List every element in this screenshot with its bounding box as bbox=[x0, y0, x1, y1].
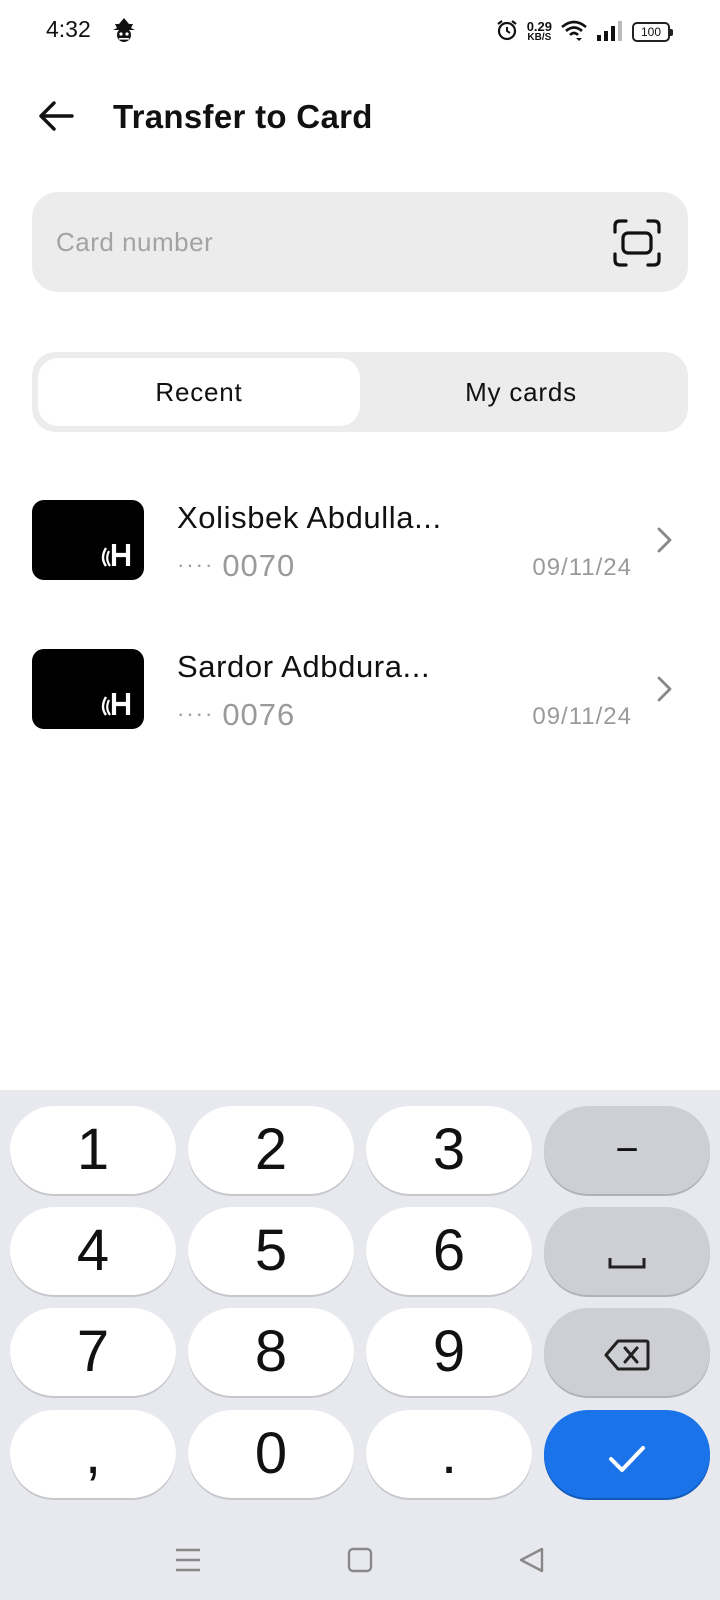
net-speed-value: 0.29 bbox=[526, 19, 552, 34]
card-last4: 0076 bbox=[222, 697, 296, 732]
key-5-label: 5 bbox=[254, 1218, 288, 1283]
scan-frame-icon bbox=[612, 219, 662, 272]
tab-my-cards-label: My cards bbox=[465, 376, 577, 407]
tab-my-cards[interactable]: My cards bbox=[360, 358, 682, 426]
key-9-label: 9 bbox=[432, 1319, 466, 1384]
key-2-label: 2 bbox=[254, 1117, 288, 1182]
menu-icon bbox=[174, 1547, 202, 1577]
incognito-icon bbox=[110, 16, 138, 44]
system-nav-bar bbox=[0, 1530, 720, 1600]
key-0-label: 0 bbox=[254, 1421, 288, 1486]
key-9[interactable]: 9 bbox=[366, 1308, 532, 1396]
humo-card-icon bbox=[32, 649, 144, 729]
chevron-right-icon bbox=[652, 675, 676, 703]
key-backspace[interactable] bbox=[544, 1308, 710, 1396]
page-title: Transfer to Card bbox=[113, 98, 373, 135]
tab-recent[interactable]: Recent bbox=[38, 358, 360, 426]
key-comma[interactable]: , bbox=[10, 1410, 176, 1498]
key-6-label: 6 bbox=[432, 1218, 466, 1283]
key-8-label: 8 bbox=[254, 1319, 288, 1384]
key-0[interactable]: 0 bbox=[188, 1410, 354, 1498]
key-6[interactable]: 6 bbox=[366, 1207, 532, 1295]
list-item[interactable]: Sardor Adbdura... ···· 0076 09/11/24 bbox=[0, 639, 720, 739]
nav-home-button[interactable] bbox=[340, 1542, 380, 1582]
backspace-icon bbox=[604, 1319, 650, 1386]
key-space[interactable] bbox=[544, 1207, 710, 1295]
humo-card-icon bbox=[32, 500, 144, 580]
card-number-input[interactable] bbox=[56, 192, 616, 292]
key-1[interactable]: 1 bbox=[10, 1106, 176, 1194]
key-4-label: 4 bbox=[76, 1218, 110, 1283]
arrow-left-icon bbox=[38, 100, 74, 136]
back-button[interactable] bbox=[36, 98, 76, 138]
mask-dots: ···· bbox=[177, 701, 215, 726]
home-square-icon bbox=[347, 1547, 373, 1577]
chevron-right-icon bbox=[652, 526, 676, 554]
key-5[interactable]: 5 bbox=[188, 1207, 354, 1295]
key-7-label: 7 bbox=[76, 1319, 110, 1384]
tabs: Recent My cards bbox=[32, 352, 688, 432]
key-1-label: 1 bbox=[76, 1117, 110, 1182]
card-mask: ···· 0070 bbox=[177, 548, 295, 584]
transfer-date: 09/11/24 bbox=[532, 554, 632, 581]
key-3-label: 3 bbox=[432, 1117, 466, 1182]
signal-icon bbox=[596, 19, 624, 45]
status-time: 4:32 bbox=[46, 16, 91, 42]
mask-dots: ···· bbox=[177, 552, 215, 577]
net-speed: 0.29 KB/S bbox=[526, 19, 552, 43]
check-icon bbox=[607, 1421, 647, 1488]
card-mask: ···· 0076 bbox=[177, 697, 295, 733]
key-4[interactable]: 4 bbox=[10, 1207, 176, 1295]
key-period-label: . bbox=[440, 1421, 458, 1486]
key-7[interactable]: 7 bbox=[10, 1308, 176, 1396]
list-item[interactable]: Xolisbek Abdulla... ···· 0070 09/11/24 bbox=[0, 490, 720, 590]
scan-card-button[interactable] bbox=[612, 218, 662, 268]
numeric-keyboard: 1 2 3 − 4 5 6 7 8 9 , 0 . bbox=[0, 1090, 720, 1600]
back-triangle-icon bbox=[518, 1546, 546, 1578]
key-minus-label: − bbox=[615, 1128, 639, 1172]
key-2[interactable]: 2 bbox=[188, 1106, 354, 1194]
alarm-icon bbox=[495, 18, 519, 46]
status-icons: 0.29 KB/S 100 bbox=[495, 18, 673, 46]
card-last4: 0070 bbox=[222, 548, 296, 583]
key-period[interactable]: . bbox=[366, 1410, 532, 1498]
tab-recent-label: Recent bbox=[155, 376, 243, 407]
nav-back-button[interactable] bbox=[512, 1542, 552, 1582]
key-comma-label: , bbox=[84, 1421, 102, 1486]
battery-icon: 100 bbox=[632, 22, 673, 42]
key-minus[interactable]: − bbox=[544, 1106, 710, 1194]
net-speed-unit: KB/S bbox=[527, 32, 552, 43]
status-bar: 4:32 0.29 KB/S 100 bbox=[0, 0, 720, 64]
transfer-date: 09/11/24 bbox=[532, 703, 632, 730]
recipient-name: Xolisbek Abdulla... bbox=[177, 500, 442, 535]
wifi-icon bbox=[560, 19, 588, 45]
key-8[interactable]: 8 bbox=[188, 1308, 354, 1396]
nav-menu-button[interactable] bbox=[168, 1542, 208, 1582]
space-bar-icon bbox=[607, 1218, 647, 1285]
card-number-field bbox=[32, 192, 688, 292]
recipient-name: Sardor Adbdura... bbox=[177, 649, 431, 684]
confirm-button[interactable] bbox=[544, 1410, 710, 1498]
key-3[interactable]: 3 bbox=[366, 1106, 532, 1194]
